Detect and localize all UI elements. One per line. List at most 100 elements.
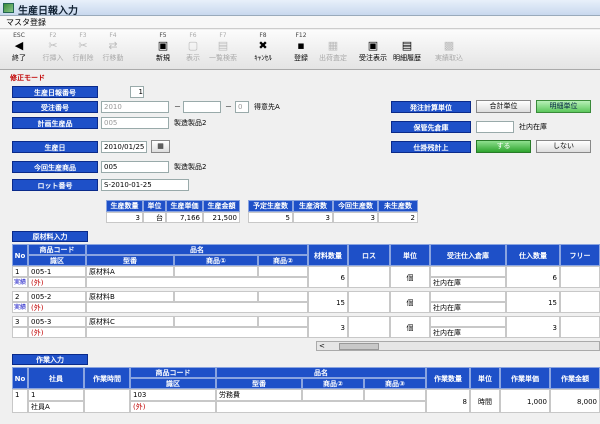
total-unit-button[interactable]: 合計単位	[476, 100, 531, 113]
toolbar-button-5[interactable]: F6 ▢ 表示	[178, 32, 208, 68]
calendar-button[interactable]: ▦	[151, 140, 170, 153]
row-status: 実績	[12, 277, 28, 288]
row-code[interactable]: 103	[130, 389, 216, 401]
row-qty[interactable]: 6	[308, 266, 348, 288]
toolbar-button-7[interactable]: F8 ✖ ｷｬﾝｾﾙ	[248, 32, 278, 68]
nippou-no-input[interactable]: 1	[130, 86, 144, 98]
toolbar-label: 一覧検索	[209, 54, 237, 62]
label-plan-product: 計画生産品	[12, 117, 98, 129]
shortcut-key: F8	[259, 32, 267, 39]
row-staff-code[interactable]: 1	[28, 389, 84, 401]
order-branch-input[interactable]	[183, 101, 221, 113]
row-name[interactable]: 原材料C	[86, 316, 174, 327]
row-code[interactable]: 005-2	[28, 291, 86, 302]
row-no: 2	[12, 291, 28, 302]
row-wh: 社内在庫	[430, 277, 506, 288]
warehouse-code-input[interactable]	[476, 121, 514, 133]
toolbar-label: 出荷査定	[319, 54, 347, 62]
row-qty[interactable]: 3	[308, 316, 348, 338]
list-search-icon: ▤	[217, 39, 229, 52]
summary-header: 生産数量	[106, 200, 143, 212]
row-loss[interactable]	[348, 316, 390, 338]
scroll-thumb[interactable]	[339, 343, 379, 350]
row-free[interactable]	[560, 266, 600, 288]
toolbar-label: 表示	[186, 54, 200, 62]
scroll-left-icon[interactable]: <	[319, 342, 325, 350]
order-no-input[interactable]: 2010	[101, 101, 169, 113]
row-name2[interactable]	[216, 401, 426, 413]
toolbar-button-4[interactable]: F5 ▣ 新規	[148, 32, 178, 68]
row-wh-code[interactable]	[430, 266, 506, 277]
row-name2[interactable]	[86, 277, 308, 288]
toolbar-button-10[interactable]: ▣ 受注表示	[358, 32, 388, 68]
summary-header: 生産単価	[166, 200, 203, 212]
row-name2[interactable]	[86, 302, 308, 313]
shortcut-key: F4	[109, 32, 117, 39]
toolbar-button-11[interactable]: ▤ 明細履歴	[392, 32, 422, 68]
row-time[interactable]	[84, 389, 130, 413]
calendar-icon: ▦	[157, 142, 164, 150]
row-stock[interactable]: 3	[506, 316, 560, 338]
row-wh-code[interactable]	[430, 316, 506, 327]
title-bar: 生産日報入力	[0, 0, 600, 17]
row-loss[interactable]	[348, 266, 390, 288]
row-sub1[interactable]	[302, 389, 364, 401]
row-sub2[interactable]	[258, 316, 308, 327]
row-stock[interactable]: 6	[506, 266, 560, 288]
toolbar-button-1[interactable]: F2 ✂ 行挿入	[38, 32, 68, 68]
row-kind: (外)	[130, 401, 216, 413]
col-stock: 仕入数量	[506, 244, 560, 266]
row-qty[interactable]: 8	[426, 389, 470, 413]
wip-no-button[interactable]: しない	[536, 140, 591, 153]
toolbar-button-0[interactable]: ESC ◀ 終了	[4, 32, 34, 68]
toolbar-button-8[interactable]: F12 ▪ 登録	[286, 32, 316, 68]
row-code[interactable]: 005-3	[28, 316, 86, 327]
order-sub-input[interactable]: 0	[235, 101, 249, 113]
row-sub1[interactable]	[174, 291, 258, 302]
horizontal-scrollbar[interactable]: <	[316, 341, 600, 351]
history-icon: ▤	[401, 39, 413, 52]
row-sub2[interactable]	[258, 291, 308, 302]
row-status	[12, 327, 28, 338]
move-row-icon: ⇄	[108, 39, 118, 52]
row-no: 1	[12, 389, 28, 413]
detail-unit-button[interactable]: 明細単位	[536, 100, 591, 113]
row-loss[interactable]	[348, 291, 390, 313]
col-qty: 作業数量	[426, 367, 470, 389]
row-name[interactable]: 原材料B	[86, 291, 174, 302]
col-type: 識区	[28, 255, 86, 266]
wip-yes-button[interactable]: する	[476, 140, 531, 153]
row-qty[interactable]: 15	[308, 291, 348, 313]
row-kind: (外)	[28, 277, 86, 288]
toolbar-button-6[interactable]: F7 ▤ 一覧検索	[208, 32, 238, 68]
row-name2[interactable]	[86, 327, 308, 338]
col-unit: 単位	[470, 367, 500, 389]
toolbar-button-9[interactable]: ▦ 出荷査定	[318, 32, 348, 68]
plan-product-code[interactable]: 005	[101, 117, 169, 129]
row-sub2[interactable]	[364, 389, 426, 401]
today-product-code[interactable]: 005	[101, 161, 169, 173]
col-type: 識区	[130, 378, 216, 389]
row-sub1[interactable]	[174, 266, 258, 277]
toolbar-button-12[interactable]: ▩ 実績取込	[434, 32, 464, 68]
row-name[interactable]: 労務費	[216, 389, 302, 401]
toolbar-button-3[interactable]: F4 ⇄ 行移動	[98, 32, 128, 68]
shortcut-key: F12	[295, 32, 307, 39]
toolbar-button-2[interactable]: F3 ✂ 行削除	[68, 32, 98, 68]
col-code: 商品コード	[130, 367, 216, 378]
row-price[interactable]: 1,000	[500, 389, 550, 413]
row-free[interactable]	[560, 316, 600, 338]
row-wh-code[interactable]	[430, 291, 506, 302]
row-stock[interactable]: 15	[506, 291, 560, 313]
lot-no-input[interactable]: S-2010-01-25	[101, 179, 189, 191]
row-code[interactable]: 005-1	[28, 266, 86, 277]
menu-item-master[interactable]: マスタ登録	[6, 17, 46, 28]
row-name[interactable]: 原材料A	[86, 266, 174, 277]
new-icon: ▣	[157, 39, 169, 52]
row-sub2[interactable]	[258, 266, 308, 277]
production-date-input[interactable]: 2010/01/25	[101, 141, 147, 153]
toolbar-label: 行削除	[72, 54, 94, 62]
label-today-product: 今回生産商品	[12, 161, 98, 173]
row-sub1[interactable]	[174, 316, 258, 327]
row-free[interactable]	[560, 291, 600, 313]
